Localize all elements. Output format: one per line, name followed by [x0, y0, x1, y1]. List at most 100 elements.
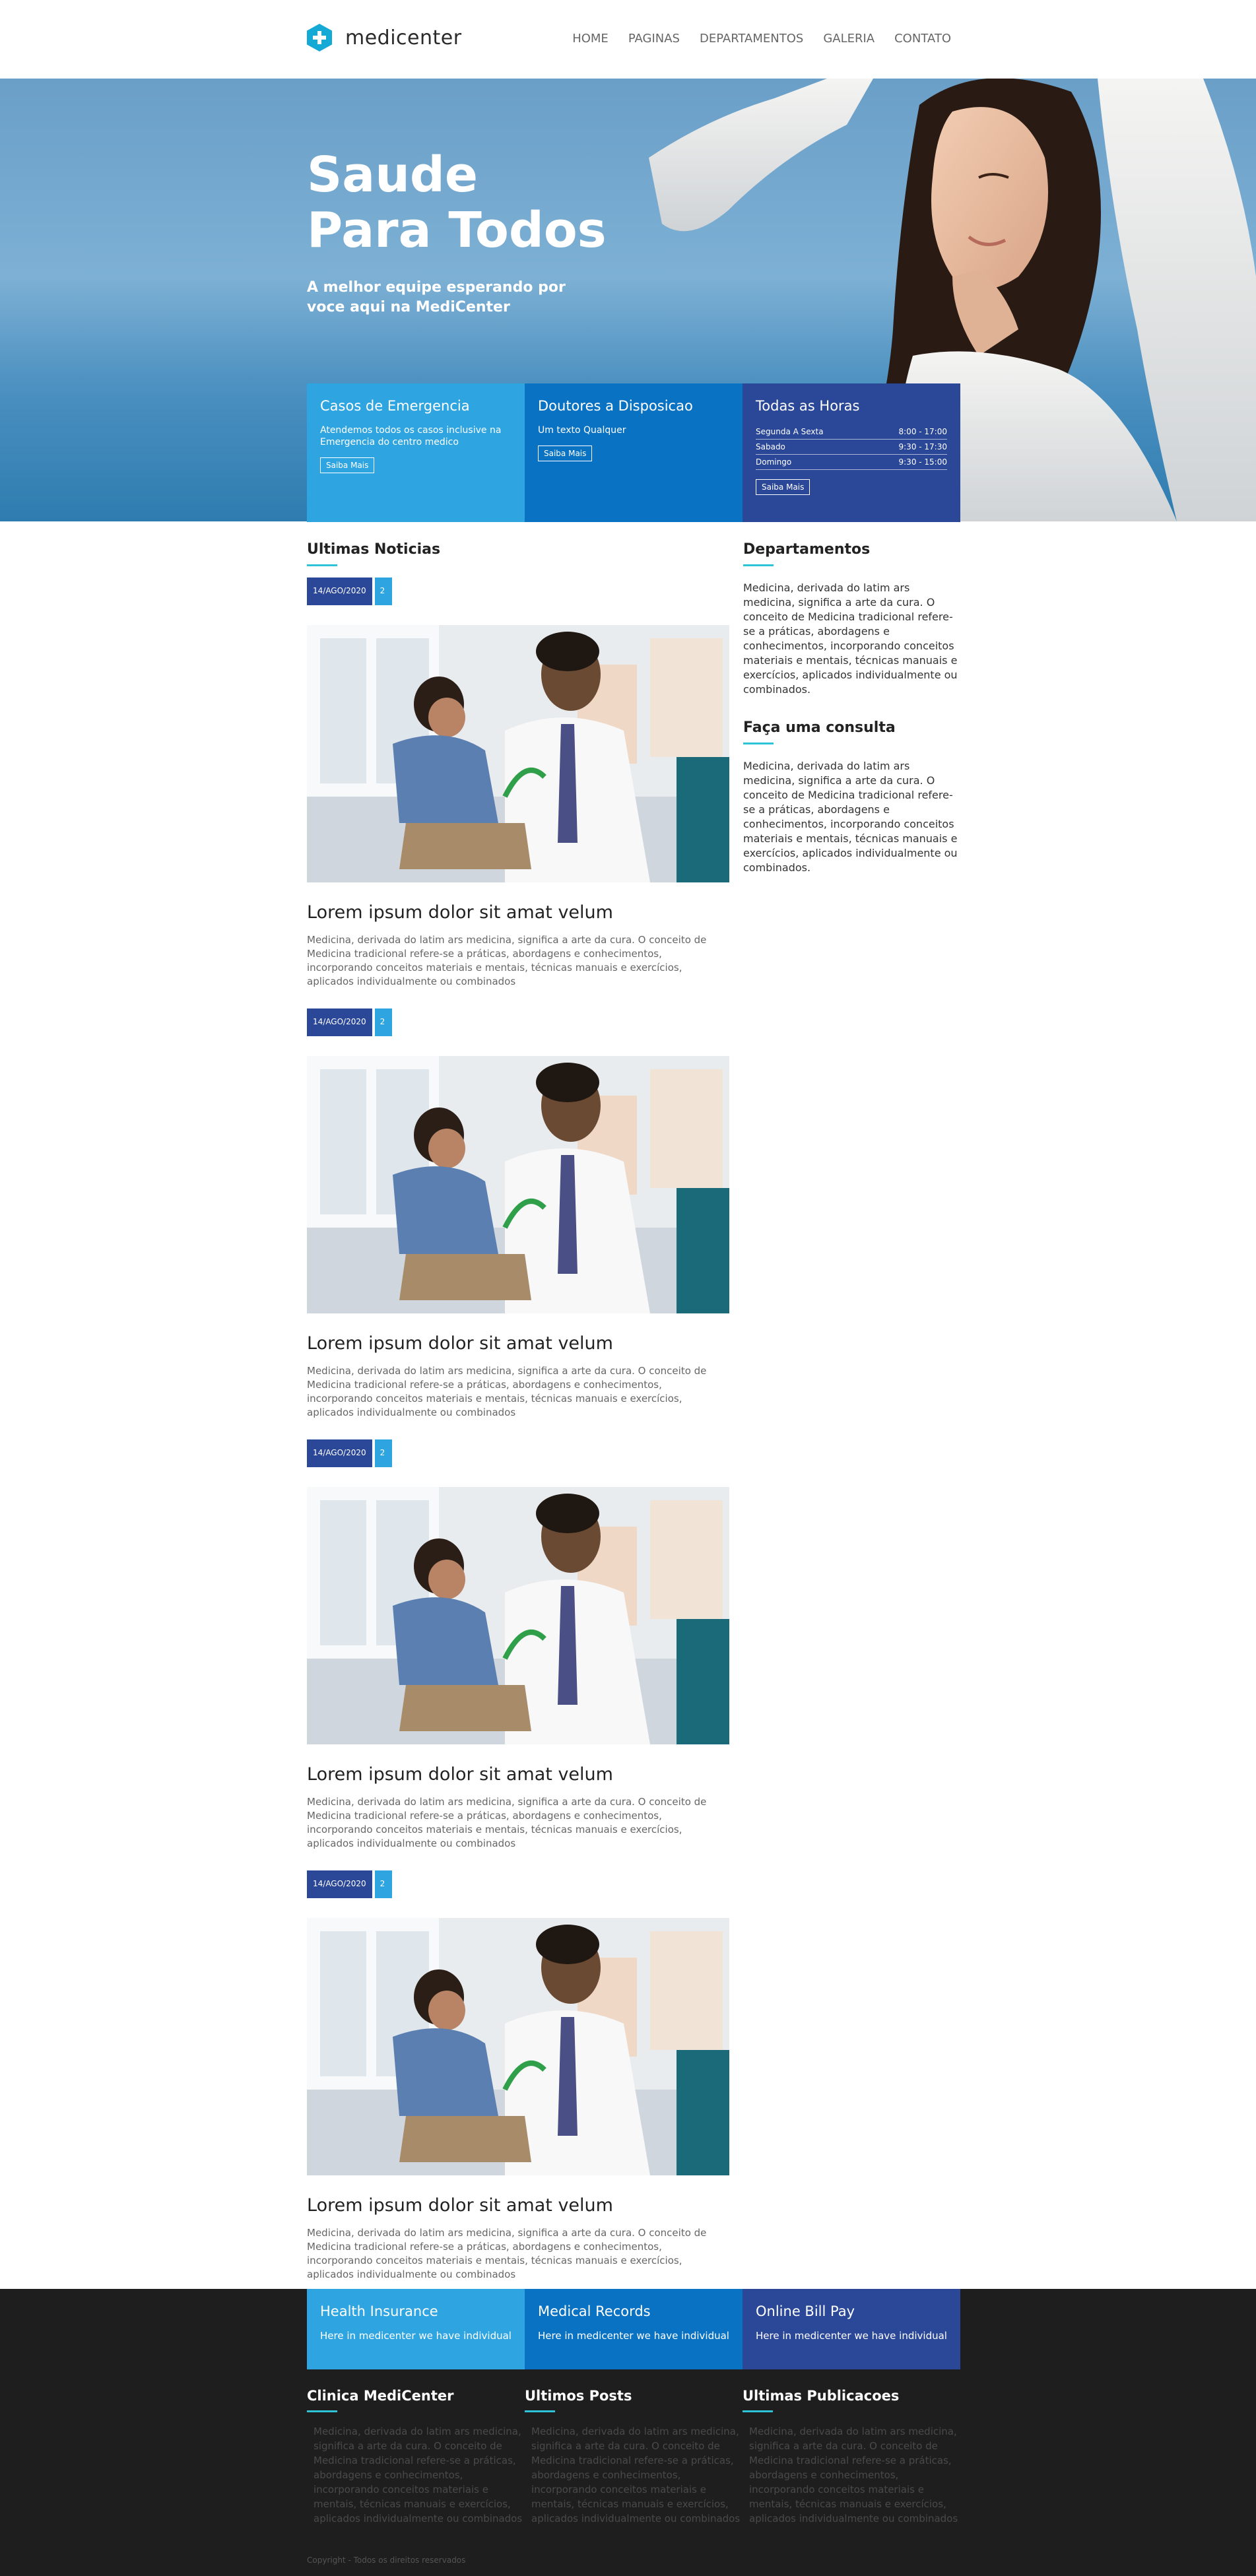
sidebar: Departamentos Medicina, derivada do lati…	[743, 541, 961, 875]
footer-column-clinica: Clinica MediCenter Medicina, derivada do…	[307, 2388, 525, 2526]
post-heading[interactable]: Lorem ipsum dolor sit amat velum	[307, 2195, 729, 2216]
departments-title: Departamentos	[743, 541, 871, 558]
hero-title-line1: Saude	[307, 147, 479, 203]
site-footer: Health Insurance Here in medicenter we h…	[0, 2289, 1256, 2576]
hours-row: Domingo 9:30 - 15:00	[756, 455, 947, 470]
online-bill-pay-box[interactable]: Online Bill Pay Here in medicenter we ha…	[743, 2289, 960, 2369]
footer-column-text: Medicina, derivada do latim ars medicina…	[749, 2426, 958, 2525]
post-comments-badge[interactable]: 2	[374, 1008, 392, 1036]
post-text: Medicina, derivada do latim ars medicina…	[307, 934, 707, 987]
news-section-header: Ultimas Noticias	[307, 541, 440, 566]
footer-column-posts: Ultimos Posts Medicina, derivada do lati…	[525, 2388, 743, 2526]
medical-records-box[interactable]: Medical Records Here in medicenter we ha…	[525, 2289, 743, 2369]
post-meta: 14/AGO/2020 2	[307, 1008, 729, 1036]
nav-galeria[interactable]: GALERIA	[823, 32, 875, 46]
post-date-badge: 14/AGO/2020	[307, 1870, 372, 1898]
hours-time: 8:00 - 17:00	[898, 427, 948, 436]
main-nav: HOME PAGINAS DEPARTAMENTOS GALERIA CONTA…	[572, 32, 951, 46]
hours-row: Segunda A Sexta 8:00 - 17:00	[756, 424, 947, 440]
nav-home[interactable]: HOME	[572, 32, 609, 46]
info-boxes: Casos de Emergencia Atendemos todos os c…	[307, 383, 960, 522]
footer-box-text: Here in medicenter we have individual	[538, 2330, 729, 2342]
post-comments-badge[interactable]: 2	[374, 1870, 392, 1898]
post-comments-badge[interactable]: 2	[374, 578, 392, 605]
post-comments-badge[interactable]: 2	[374, 1439, 392, 1467]
hours-saiba-mais-button[interactable]: Saiba Mais	[756, 479, 810, 495]
hours-day: Domingo	[756, 457, 792, 467]
emergency-text: Atendemos todos os casos inclusive na Em…	[320, 425, 502, 447]
nav-contato[interactable]: CONTATO	[894, 32, 951, 46]
doctors-text: Um texto Qualquer	[538, 425, 626, 436]
consult-text: Medicina, derivada do latim ars medicina…	[743, 760, 958, 874]
news-post: 14/AGO/2020 2 Lorem ipsum dolor sit amat…	[307, 1870, 729, 2282]
post-meta: 14/AGO/2020 2	[307, 1870, 729, 1898]
post-text: Medicina, derivada do latim ars medicina…	[307, 1796, 707, 1849]
hours-list: Segunda A Sexta 8:00 - 17:00 Sabado 9:30…	[756, 424, 947, 470]
news-post: 14/AGO/2020 2 Lorem ipsum dolor sit amat…	[307, 578, 729, 989]
hours-day: Sabado	[756, 442, 785, 451]
hours-box: Todas as Horas Segunda A Sexta 8:00 - 17…	[743, 383, 960, 522]
news-post: 14/AGO/2020 2 Lorem ipsum dolor sit amat…	[307, 1439, 729, 1851]
title-underline	[743, 2410, 773, 2412]
post-heading[interactable]: Lorem ipsum dolor sit amat velum	[307, 902, 729, 923]
site-header: medicenter HOME PAGINAS DEPARTAMENTOS GA…	[0, 0, 1256, 79]
hours-day: Segunda A Sexta	[756, 427, 824, 436]
news-title: Ultimas Noticias	[307, 541, 441, 558]
logo[interactable]: medicenter	[307, 24, 462, 51]
post-date-badge: 14/AGO/2020	[307, 1439, 372, 1467]
hero-subtitle: A melhor equipe esperando por voce aqui …	[307, 279, 566, 315]
post-heading[interactable]: Lorem ipsum dolor sit amat velum	[307, 1764, 729, 1785]
footer-column-title: Ultimas Publicacoes	[743, 2388, 900, 2404]
doctor-child-photo[interactable]	[307, 1056, 729, 1313]
footer-box-text: Here in medicenter we have individual	[756, 2330, 947, 2342]
footer-column-title: Clinica MediCenter	[307, 2388, 454, 2404]
emergency-title: Casos de Emergencia	[320, 398, 470, 414]
footer-column-title: Ultimos Posts	[525, 2388, 632, 2404]
doctors-saiba-mais-button[interactable]: Saiba Mais	[538, 446, 593, 461]
post-meta: 14/AGO/2020 2	[307, 578, 729, 605]
post-date-badge: 14/AGO/2020	[307, 578, 372, 605]
footer-column-text: Medicina, derivada do latim ars medicina…	[531, 2426, 741, 2525]
footer-box-title: Health Insurance	[320, 2303, 438, 2319]
footer-box-title: Online Bill Pay	[756, 2303, 855, 2319]
title-underline	[525, 2410, 555, 2412]
medical-cross-icon	[307, 24, 332, 51]
nav-paginas[interactable]: PAGINAS	[628, 32, 680, 46]
title-underline	[307, 564, 337, 566]
news-list: 14/AGO/2020 2 Lorem ipsum dolor sit amat…	[307, 578, 729, 2301]
footer-column-text: Medicina, derivada do latim ars medicina…	[314, 2426, 523, 2525]
hero-title-line2: Para Todos	[307, 202, 607, 259]
hours-time: 9:30 - 15:00	[898, 457, 948, 467]
footer-columns: Clinica MediCenter Medicina, derivada do…	[307, 2388, 960, 2526]
footer-box-text: Here in medicenter we have individual	[320, 2330, 512, 2342]
title-underline	[743, 564, 774, 566]
emergency-saiba-mais-button[interactable]: Saiba Mais	[320, 457, 375, 473]
hours-row: Sabado 9:30 - 17:30	[756, 440, 947, 455]
doctors-title: Doutores a Disposicao	[538, 398, 693, 414]
health-insurance-box[interactable]: Health Insurance Here in medicenter we h…	[307, 2289, 525, 2369]
hero-title: Saude Para Todos	[307, 147, 607, 258]
footer-feature-boxes: Health Insurance Here in medicenter we h…	[307, 2289, 960, 2369]
post-meta: 14/AGO/2020 2	[307, 1439, 729, 1467]
post-text: Medicina, derivada do latim ars medicina…	[307, 1365, 707, 1418]
copyright: Copyright - Todos os direitos reservados	[307, 2556, 466, 2565]
title-underline	[743, 743, 774, 744]
emergency-box: Casos de Emergencia Atendemos todos os c…	[307, 383, 525, 522]
hours-title: Todas as Horas	[756, 398, 860, 414]
title-underline	[307, 2410, 337, 2412]
consult-block: Faça uma consulta Medicina, derivada do …	[743, 719, 961, 875]
post-heading[interactable]: Lorem ipsum dolor sit amat velum	[307, 1333, 729, 1354]
hours-time: 9:30 - 17:30	[898, 442, 948, 451]
doctor-child-photo[interactable]	[307, 1487, 729, 1744]
departments-text: Medicina, derivada do latim ars medicina…	[743, 581, 958, 696]
doctor-child-photo[interactable]	[307, 625, 729, 882]
news-post: 14/AGO/2020 2 Lorem ipsum dolor sit amat…	[307, 1008, 729, 1420]
footer-column-publicacoes: Ultimas Publicacoes Medicina, derivada d…	[743, 2388, 960, 2526]
consult-title: Faça uma consulta	[743, 719, 896, 736]
post-text: Medicina, derivada do latim ars medicina…	[307, 2227, 707, 2280]
post-date-badge: 14/AGO/2020	[307, 1008, 372, 1036]
doctor-child-photo[interactable]	[307, 1918, 729, 2175]
brand-name: medicenter	[345, 26, 462, 50]
doctors-box: Doutores a Disposicao Um texto Qualquer …	[525, 383, 743, 522]
nav-departamentos[interactable]: DEPARTAMENTOS	[700, 32, 803, 46]
